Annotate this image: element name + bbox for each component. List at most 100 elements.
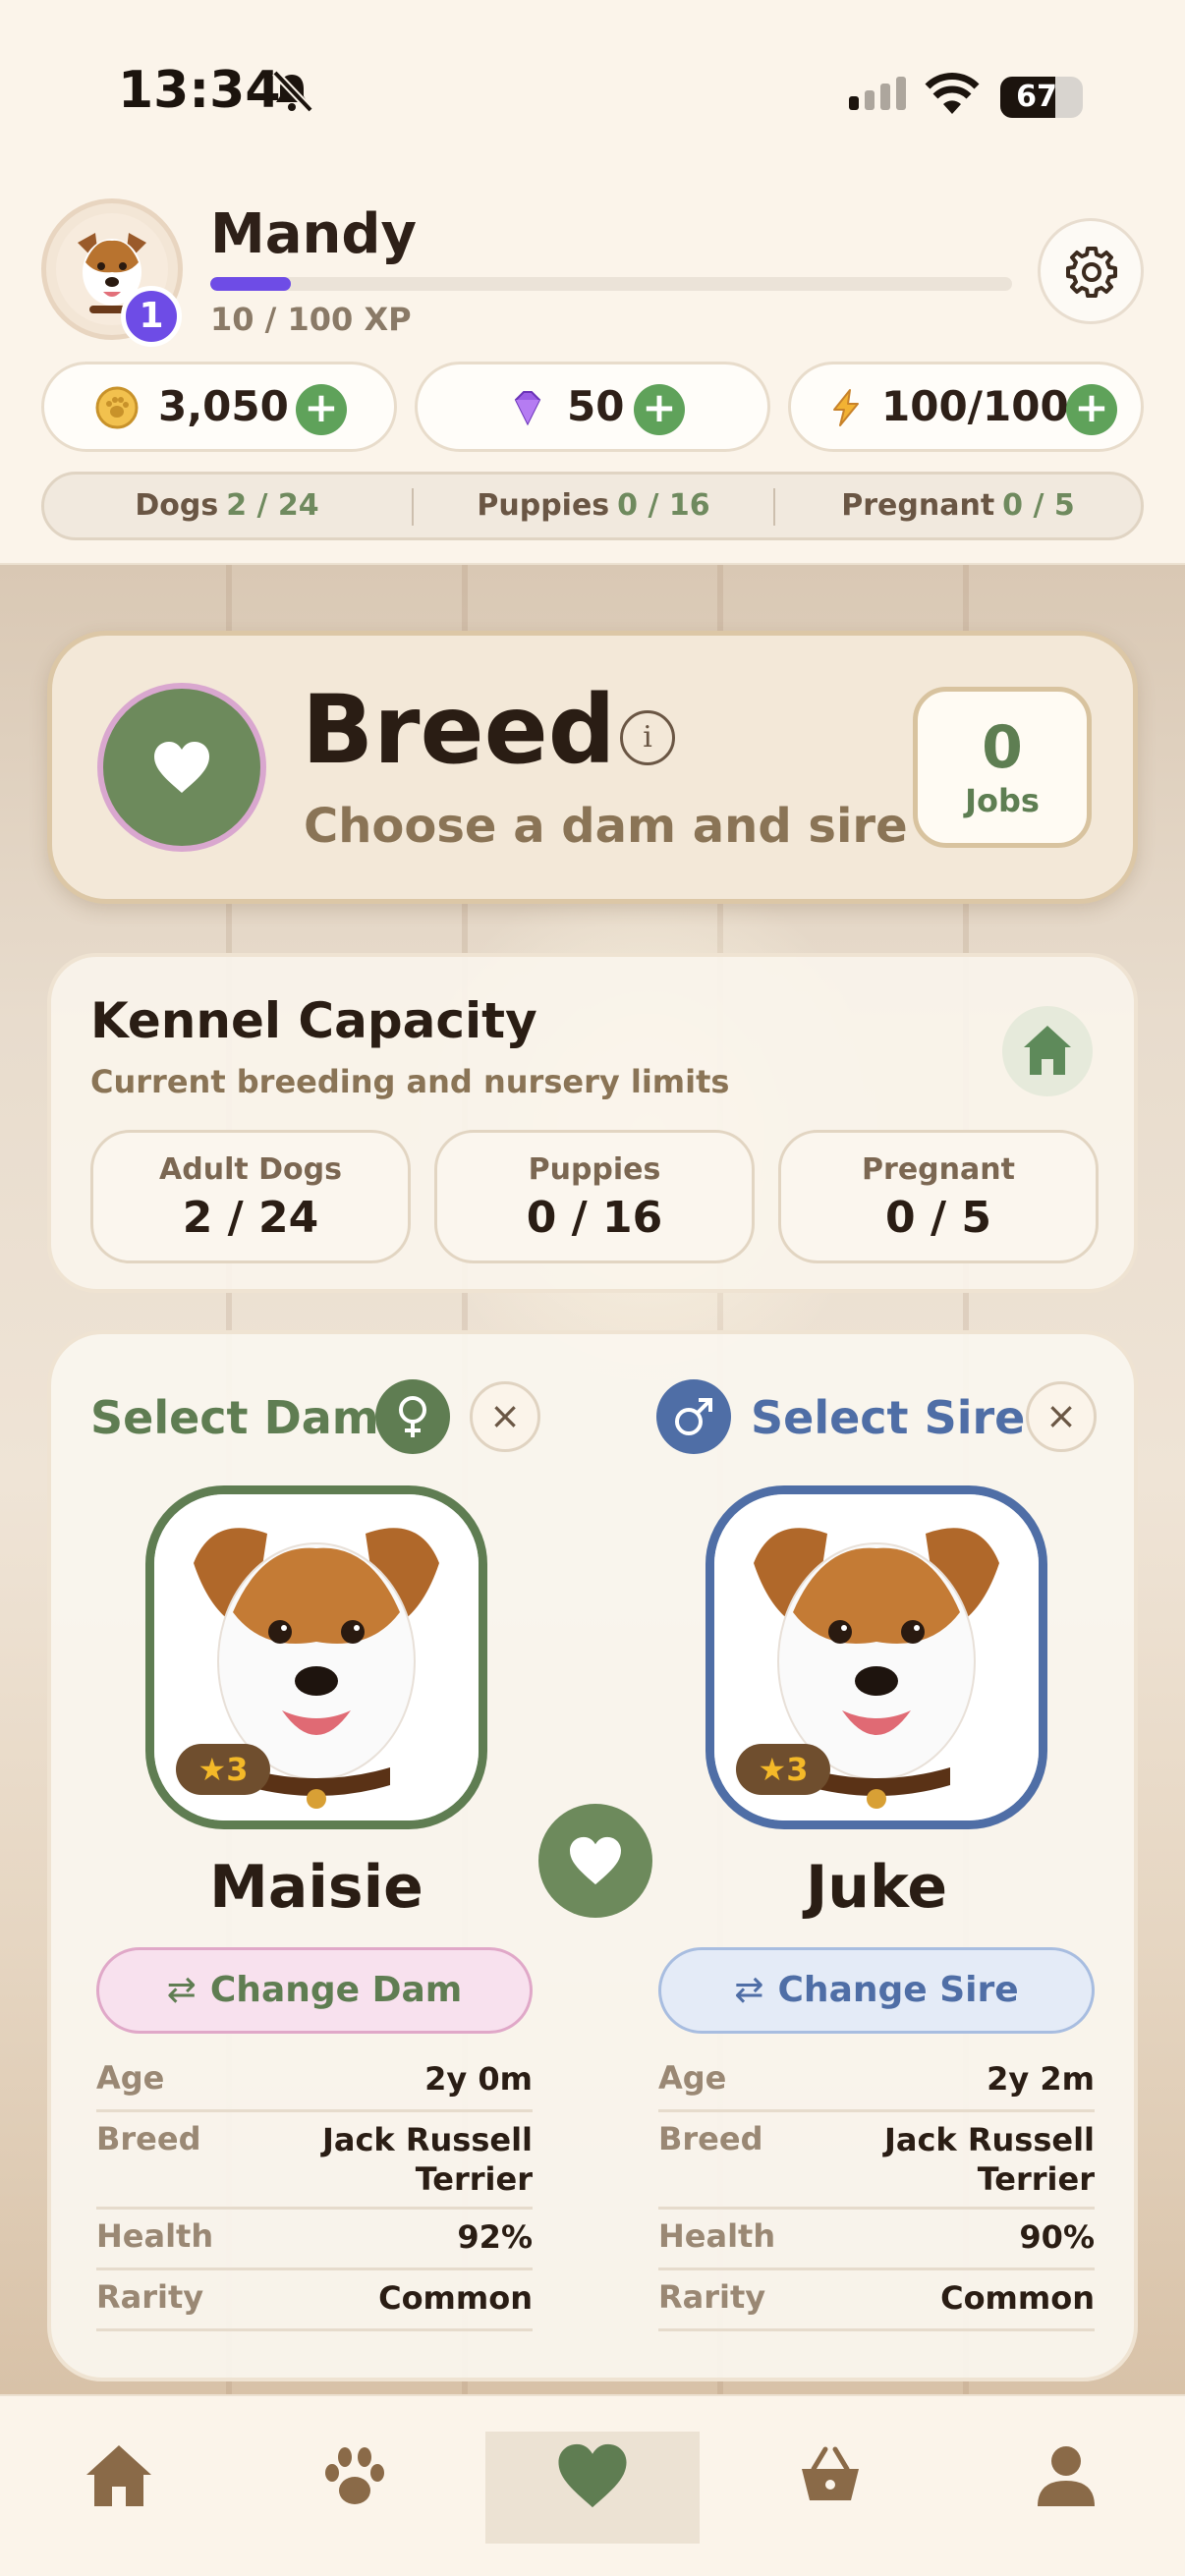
player-header: 1 Mandy 10 / 100 XP 3,050 + 50 + 100/100…	[0, 187, 1185, 565]
swap-icon: ⇄	[734, 1970, 764, 2010]
cellular-signal-icon	[849, 77, 906, 110]
battery-level: 67	[1016, 80, 1057, 114]
gems-value: 50	[567, 382, 625, 430]
gems-currency: 50 +	[415, 362, 770, 452]
basket-icon	[802, 2446, 859, 2500]
clear-dam-button[interactable]: ×	[470, 1381, 540, 1452]
stat-value: 0 / 16	[526, 1193, 663, 1243]
level-badge: 1	[121, 286, 182, 347]
page-subtitle: Choose a dam and sire	[304, 799, 908, 854]
info-key: Rarity	[96, 2278, 204, 2316]
sire-stars: 3	[786, 1751, 809, 1788]
jobs-count: 0	[982, 713, 1023, 782]
info-value: 2y 2m	[987, 2060, 1095, 2098]
select-dam-label[interactable]: Select Dam	[90, 1391, 379, 1444]
info-key: Health	[658, 2217, 776, 2255]
xp-progress-fill	[210, 277, 291, 291]
profile-icon	[1038, 2446, 1095, 2506]
female-icon	[399, 1396, 426, 1437]
jobs-counter[interactable]: 0 Jobs	[913, 687, 1092, 848]
dogs-count-value: 2 / 24	[226, 488, 319, 523]
heart-icon	[570, 1836, 621, 1885]
dam-rarity-row: Rarity Common	[96, 2270, 533, 2331]
dam-health-row: Health 92%	[96, 2210, 533, 2270]
gem-icon	[514, 391, 541, 426]
clear-sire-button[interactable]: ×	[1026, 1381, 1097, 1452]
tab-dogs[interactable]	[301, 2432, 409, 2520]
dam-age-row: Age 2y 0m	[96, 2051, 533, 2112]
dam-portrait[interactable]: ★3	[145, 1485, 487, 1829]
dam-name: Maisie	[209, 1853, 423, 1922]
kennel-title: Kennel Capacity	[90, 992, 537, 1049]
heart-icon	[154, 742, 209, 793]
sire-portrait[interactable]: ★3	[705, 1485, 1047, 1829]
jobs-label: Jobs	[965, 782, 1040, 819]
info-key: Breed	[658, 2120, 763, 2157]
paw-icon	[325, 2447, 384, 2504]
pregnant-count-label: Pregnant	[841, 488, 995, 523]
sire-name: Juke	[805, 1853, 948, 1922]
kennel-home-button[interactable]	[1002, 1006, 1093, 1096]
coins-value: 3,050	[158, 382, 289, 430]
pregnant-stat: Pregnant 0 / 5	[778, 1130, 1099, 1263]
female-symbol-badge	[375, 1379, 450, 1454]
tab-home[interactable]	[65, 2432, 173, 2520]
username: Mandy	[210, 202, 417, 266]
pregnant-count-value: 0 / 5	[1002, 488, 1075, 523]
status-bar: 13:34 67	[0, 0, 1185, 196]
male-symbol-badge	[656, 1379, 731, 1454]
male-icon	[675, 1398, 712, 1435]
pairing-card: Select Dam × ★3 Maisie ⇄ Change Dam Age …	[47, 1330, 1138, 2381]
dam-info-table: Age 2y 0m Breed Jack Russell Terrier Healt…	[96, 2051, 533, 2331]
add-coins-button[interactable]: +	[296, 384, 347, 435]
tab-profile[interactable]	[1012, 2432, 1120, 2520]
house-icon	[1024, 1026, 1071, 1075]
add-energy-button[interactable]: +	[1066, 384, 1117, 435]
puppies-count: Puppies 0 / 16	[414, 475, 773, 537]
info-key: Rarity	[658, 2278, 766, 2316]
change-sire-label: Change Sire	[777, 1970, 1019, 2010]
energy-value: 100/100	[881, 382, 1069, 430]
dam-stars: 3	[226, 1751, 249, 1788]
home-icon	[86, 2445, 151, 2506]
stat-label: Adult Dogs	[159, 1152, 342, 1187]
info-value: 2y 0m	[424, 2060, 533, 2098]
breed-header-card: Breed i Choose a dam and sire 0 Jobs	[47, 631, 1138, 904]
info-value: Jack Russell Terrier	[321, 2121, 533, 2198]
sire-age-row: Age 2y 2m	[658, 2051, 1095, 2112]
adult-dogs-stat: Adult Dogs 2 / 24	[90, 1130, 411, 1263]
clock: 13:34	[118, 61, 281, 120]
change-dam-label: Change Dam	[209, 1970, 463, 2010]
stat-value: 2 / 24	[182, 1193, 319, 1243]
bottom-tab-bar	[0, 2394, 1185, 2576]
add-gems-button[interactable]: +	[634, 384, 685, 435]
pair-heart-badge	[538, 1804, 652, 1918]
wifi-icon	[925, 73, 980, 114]
battery-icon: 67	[1000, 77, 1083, 118]
stat-value: 0 / 5	[885, 1193, 991, 1243]
change-dam-button[interactable]: ⇄ Change Dam	[96, 1947, 533, 2034]
info-value: 90%	[1019, 2218, 1095, 2256]
energy-icon	[833, 389, 859, 426]
sire-breed-row: Breed Jack Russell Terrier	[658, 2112, 1095, 2210]
change-sire-button[interactable]: ⇄ Change Sire	[658, 1947, 1095, 2034]
page-title: Breed	[302, 675, 616, 785]
info-value: Jack Russell Terrier	[883, 2121, 1095, 2198]
dam-breed-row: Breed Jack Russell Terrier	[96, 2112, 533, 2210]
tab-breed[interactable]	[538, 2432, 647, 2520]
info-icon[interactable]: i	[620, 710, 675, 765]
settings-button[interactable]	[1038, 218, 1144, 324]
xp-progress-bar	[210, 277, 1012, 291]
sire-info-table: Age 2y 2m Breed Jack Russell Terrier Healt…	[658, 2051, 1095, 2331]
heart-icon	[558, 2443, 627, 2508]
avatar[interactable]: 1	[41, 198, 183, 347]
tab-shop[interactable]	[776, 2432, 884, 2520]
energy-currency: 100/100 +	[788, 362, 1144, 452]
info-key: Breed	[96, 2120, 201, 2157]
pregnant-count: Pregnant 0 / 5	[775, 475, 1141, 537]
sire-star-badge: ★3	[736, 1744, 830, 1795]
stat-label: Pregnant	[862, 1152, 1015, 1187]
select-sire-label[interactable]: Select Sire	[751, 1391, 1025, 1444]
puppies-count-label: Puppies	[477, 488, 610, 523]
sire-rarity-row: Rarity Common	[658, 2270, 1095, 2331]
